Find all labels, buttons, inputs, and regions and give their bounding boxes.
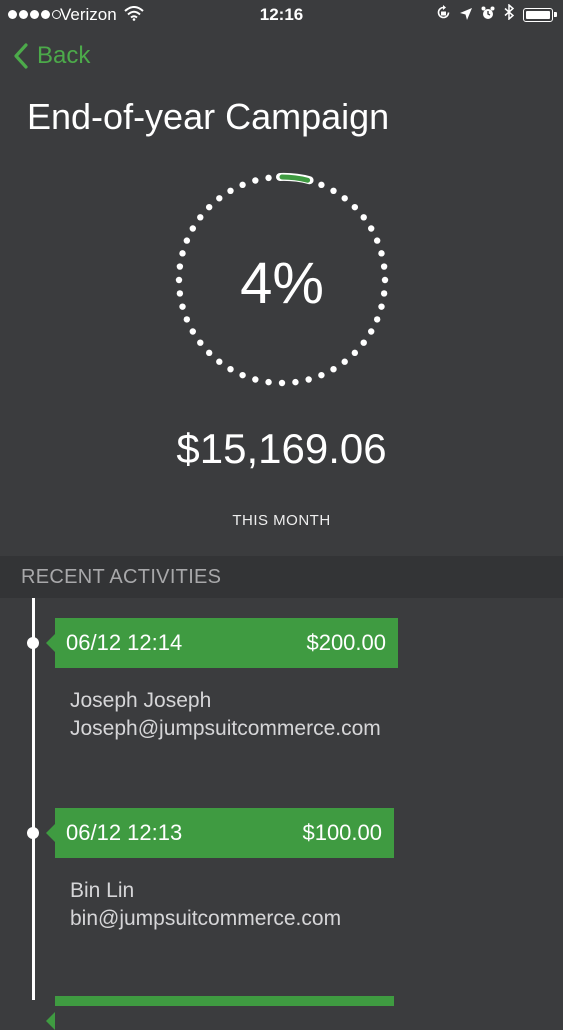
- timeline-node: [27, 827, 39, 839]
- ring-dot: [292, 378, 299, 386]
- donor-name: Joseph Joseph: [70, 689, 212, 712]
- recent-activities-header: RECENT ACTIVITIES: [0, 556, 563, 598]
- ring-dot: [205, 203, 213, 211]
- status-bar: Verizon 12:16: [0, 0, 563, 32]
- ring-dot: [330, 366, 337, 373]
- activity-header: [46, 996, 394, 1030]
- ring-dot: [278, 379, 286, 387]
- activity-datetime: 06/12 12:14: [66, 630, 183, 655]
- donor-name: Bin Lin: [70, 879, 135, 902]
- period-label: THIS MONTH: [232, 512, 331, 529]
- ring-dot: [318, 371, 325, 379]
- activity-timeline[interactable]: 06/12 12:14 $200.00 Joseph Joseph Joseph…: [0, 598, 563, 1030]
- bluetooth-icon: [504, 3, 515, 25]
- ring-dot: [205, 349, 213, 357]
- ring-dot: [197, 339, 204, 346]
- back-label: Back: [37, 42, 91, 69]
- ring-dot: [341, 195, 348, 202]
- back-button[interactable]: Back: [14, 42, 90, 70]
- ring-dot: [216, 358, 223, 365]
- page-title: End-of-year Campaign: [27, 96, 390, 137]
- ring-dot: [189, 328, 196, 335]
- ring-dot: [373, 237, 381, 244]
- ring-dot: [239, 371, 246, 379]
- ring-dot: [351, 349, 359, 357]
- chevron-left-icon: [14, 43, 28, 69]
- ring-dot: [252, 177, 259, 184]
- progress-percent: 4%: [240, 251, 324, 316]
- donor-email: bin@jumpsuitcommerce.com: [70, 907, 342, 930]
- ring-dot: [351, 203, 359, 211]
- ring-dot: [227, 187, 234, 194]
- ring-dot: [252, 376, 259, 383]
- ring-dot: [368, 328, 375, 335]
- ring-dot: [341, 358, 348, 365]
- activity-amount: $100.00: [302, 820, 382, 845]
- ring-dot: [318, 181, 325, 189]
- activity-item[interactable]: 06/12 12:13 $100.00 Bin Lin bin@jumpsuit…: [0, 808, 563, 958]
- ring-dot: [239, 181, 246, 189]
- location-arrow-icon: [460, 5, 472, 25]
- section-title: RECENT ACTIVITIES: [21, 566, 222, 588]
- ring-dot: [265, 378, 272, 386]
- ring-dot: [183, 316, 191, 323]
- alarm-clock-icon: [481, 5, 495, 25]
- rotation-lock-icon: [436, 4, 451, 25]
- activity-amount: $200.00: [306, 630, 386, 655]
- ring-dot: [330, 187, 337, 194]
- ring-dot: [197, 214, 204, 221]
- ring-dot: [368, 225, 375, 232]
- ring-dot: [216, 195, 223, 202]
- battery-icon: [523, 7, 557, 22]
- ring-dot: [227, 366, 234, 373]
- activity-item[interactable]: [0, 996, 563, 1030]
- activity-datetime: 06/12 12:13: [66, 820, 183, 845]
- ring-dot: [183, 237, 191, 244]
- activity-header: 06/12 12:14 $200.00: [46, 618, 398, 668]
- activity-item[interactable]: 06/12 12:14 $200.00 Joseph Joseph Joseph…: [0, 618, 563, 768]
- timeline-node: [27, 637, 39, 649]
- ring-dot: [360, 214, 367, 221]
- ring-dot: [305, 376, 312, 383]
- ring-dot: [360, 339, 367, 346]
- ring-dot: [265, 174, 272, 182]
- campaign-amount: $15,169.06: [176, 425, 387, 472]
- ring-dot: [189, 225, 196, 232]
- ring-dot: [373, 316, 381, 323]
- donor-email: Joseph@jumpsuitcommerce.com: [70, 717, 381, 740]
- activity-header: 06/12 12:13 $100.00: [46, 808, 394, 858]
